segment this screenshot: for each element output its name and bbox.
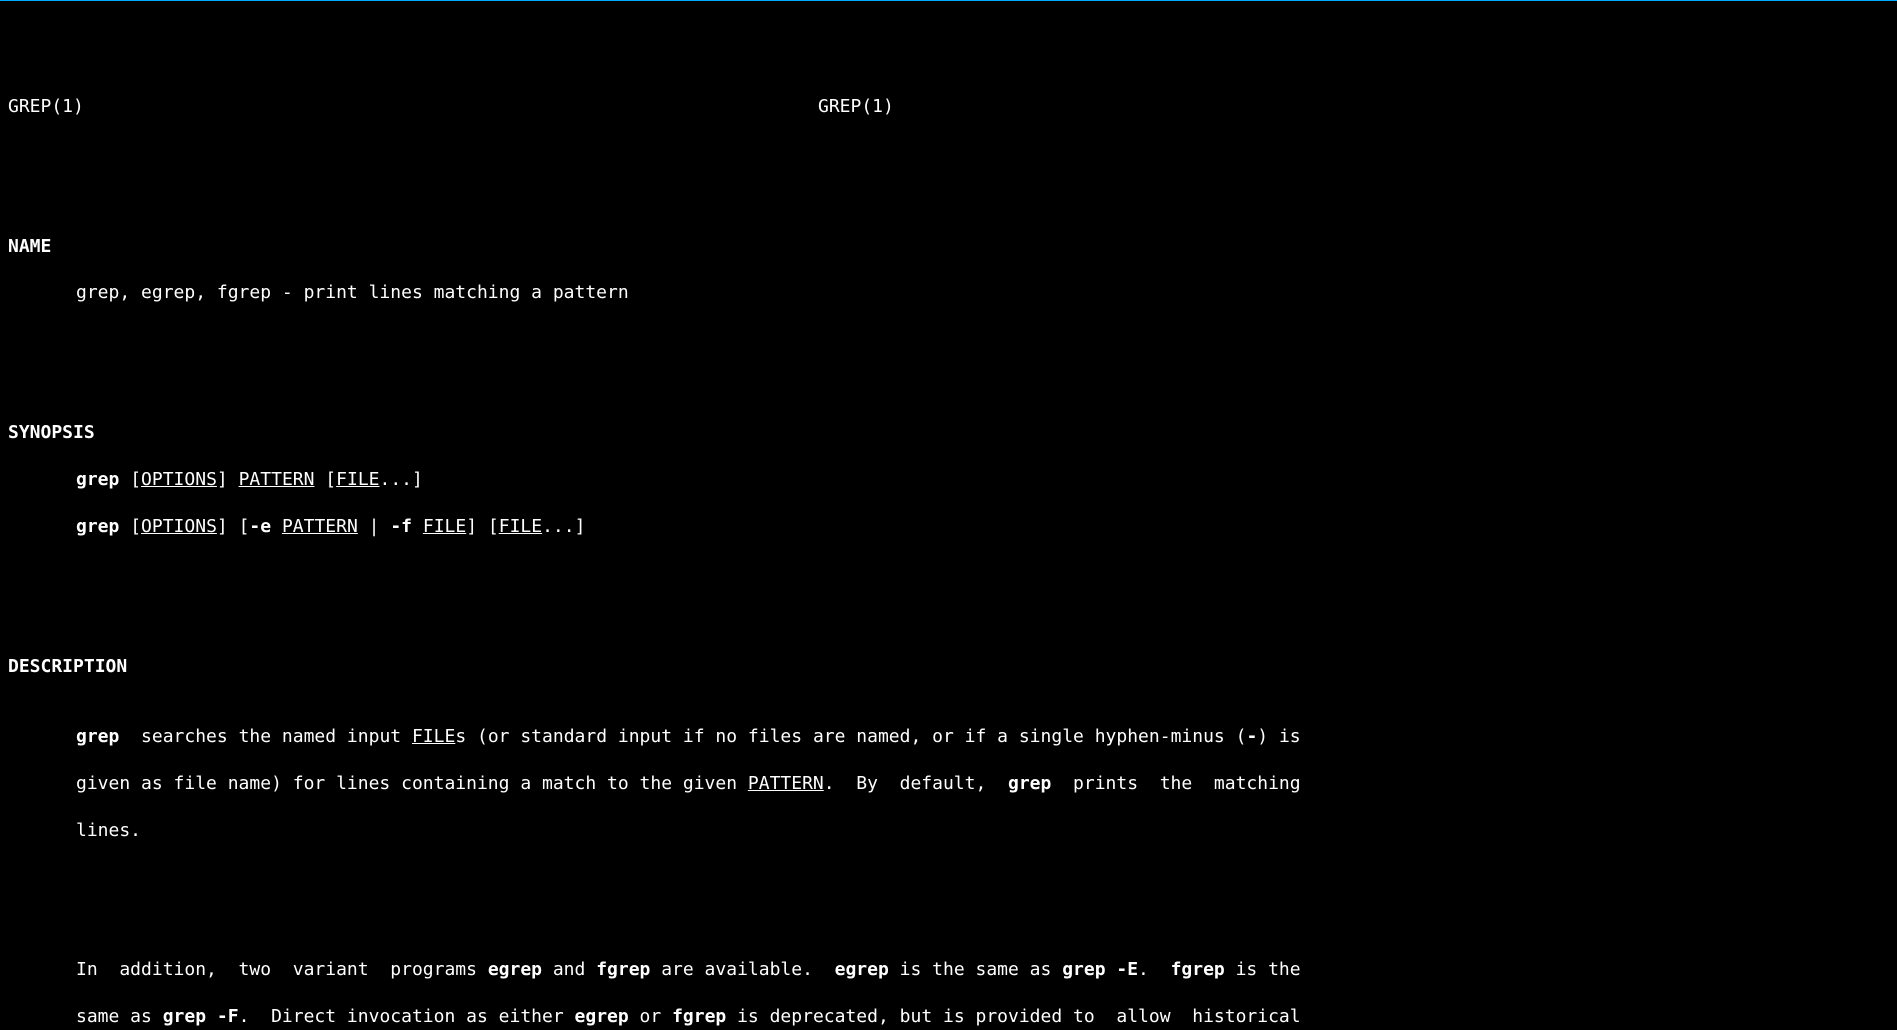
arg-options: OPTIONS [141, 469, 217, 490]
term-grep: grep [76, 726, 119, 747]
section-name-heading: NAME [8, 235, 1889, 258]
blank-line [8, 889, 1889, 912]
arg-pattern: PATTERN [282, 516, 358, 537]
blank-line [8, 351, 1889, 374]
man-page-header: GREP(1) GREP(1) [8, 95, 1889, 118]
term-fgrep: fgrep [672, 1006, 726, 1027]
arg-file: FILE [336, 469, 379, 490]
term-egrep: egrep [835, 959, 889, 980]
term-egrep: egrep [575, 1006, 629, 1027]
term-pattern: PATTERN [748, 773, 824, 794]
name-line: grep, egrep, fgrep - print lines matchin… [8, 281, 1889, 304]
arg-options: OPTIONS [141, 516, 217, 537]
synopsis-line-1: grep [OPTIONS] PATTERN [FILE...] [8, 468, 1889, 491]
section-synopsis-heading: SYNOPSIS [8, 421, 1889, 444]
header-left: GREP(1) [8, 95, 818, 118]
header-right: GREP(1) [818, 95, 894, 118]
arg-file: FILE [423, 516, 466, 537]
description-p1-l2: given as file name) for lines containing… [8, 772, 1889, 795]
term-dash: - [1246, 726, 1257, 747]
term-file: FILE [412, 726, 455, 747]
term-fgrep: fgrep [596, 959, 650, 980]
description-p2-l1: In addition, two variant programs egrep … [8, 958, 1889, 981]
synopsis-line-2: grep [OPTIONS] [-e PATTERN | -f FILE] [F… [8, 515, 1889, 538]
section-description-heading: DESCRIPTION [8, 655, 1889, 678]
term-grep-F: grep -F [163, 1006, 239, 1027]
flag-e: -e [249, 516, 271, 537]
blank-line [8, 165, 1889, 188]
term-grep-E: grep -E [1062, 959, 1138, 980]
flag-f: -f [390, 516, 412, 537]
term-fgrep: fgrep [1171, 959, 1225, 980]
term-grep: grep [1008, 773, 1051, 794]
description-p1-l1: grep searches the named input FILEs (or … [8, 725, 1889, 748]
description-p2-l2: same as grep -F. Direct invocation as ei… [8, 1005, 1889, 1028]
arg-pattern: PATTERN [239, 469, 315, 490]
blank-line [8, 585, 1889, 608]
term-egrep: egrep [488, 959, 542, 980]
description-p1-l3: lines. [8, 819, 1889, 842]
arg-file: FILE [499, 516, 542, 537]
cmd-grep: grep [76, 516, 119, 537]
cmd-grep: grep [76, 469, 119, 490]
